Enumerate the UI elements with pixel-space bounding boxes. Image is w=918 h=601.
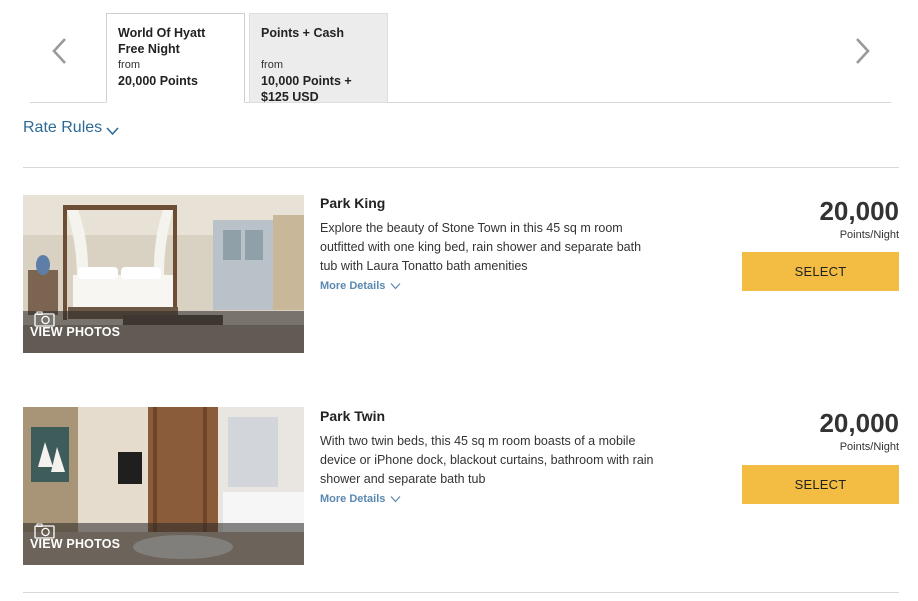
select-button[interactable]: SELECT bbox=[742, 252, 899, 291]
rate-tab-points-cash[interactable]: Points + Cash from 10,000 Points + $125 … bbox=[249, 13, 388, 104]
room-name: Park King bbox=[320, 195, 386, 211]
camera-icon bbox=[34, 311, 55, 327]
more-details-label: More Details bbox=[320, 493, 386, 505]
rate-tab-price: 20,000 Points bbox=[118, 74, 198, 88]
points-unit: Points/Night bbox=[839, 229, 899, 241]
room-description: Explore the beauty of Stone Town in this… bbox=[320, 221, 642, 273]
rate-tab-from: from bbox=[261, 59, 283, 71]
more-details-link[interactable]: More Details bbox=[320, 280, 401, 292]
chevron-down-icon bbox=[390, 283, 401, 290]
rate-tab-price: 10,000 Points + $125 USD bbox=[261, 74, 352, 104]
points-price: 20,000 bbox=[819, 408, 899, 438]
chevron-down-icon bbox=[106, 126, 119, 135]
carousel-prev-arrow[interactable] bbox=[46, 36, 74, 66]
view-photos-bar[interactable]: VIEW PHOTOS bbox=[23, 523, 304, 565]
room-photo[interactable]: VIEW PHOTOS bbox=[23, 195, 304, 353]
points-unit: Points/Night bbox=[839, 441, 899, 453]
more-details-label: More Details bbox=[320, 280, 386, 292]
chevron-right-icon bbox=[856, 38, 870, 64]
more-details-link[interactable]: More Details bbox=[320, 493, 401, 505]
rate-tab-title: World Of Hyatt Free Night bbox=[118, 26, 206, 56]
room-name: Park Twin bbox=[320, 408, 386, 424]
rate-tab-free-night[interactable]: World Of Hyatt Free Night from 20,000 Po… bbox=[106, 13, 245, 103]
camera-icon bbox=[34, 523, 55, 539]
view-photos-label: VIEW PHOTOS bbox=[30, 325, 121, 339]
carousel-next-arrow[interactable] bbox=[848, 36, 876, 66]
rate-rules-toggle[interactable]: Rate Rules bbox=[23, 119, 119, 137]
select-button[interactable]: SELECT bbox=[742, 465, 899, 504]
room-card-park-king: VIEW PHOTOS Park King Explore the beauty… bbox=[23, 195, 899, 353]
points-price: 20,000 bbox=[819, 196, 899, 226]
rate-tab-title: Points + Cash bbox=[261, 26, 345, 40]
room-photo[interactable]: VIEW PHOTOS bbox=[23, 407, 304, 565]
room-description: With two twin beds, this 45 sq m room bo… bbox=[320, 434, 654, 486]
room-card-park-twin: VIEW PHOTOS Park Twin With two twin beds… bbox=[23, 407, 899, 565]
rate-rules-label: Rate Rules bbox=[23, 119, 103, 136]
view-photos-bar[interactable]: VIEW PHOTOS bbox=[23, 311, 304, 353]
divider bbox=[23, 592, 899, 593]
rate-tab-from: from bbox=[118, 59, 140, 71]
view-photos-label: VIEW PHOTOS bbox=[30, 537, 121, 551]
chevron-left-icon bbox=[52, 38, 66, 64]
divider bbox=[23, 167, 899, 168]
chevron-down-icon bbox=[390, 496, 401, 503]
